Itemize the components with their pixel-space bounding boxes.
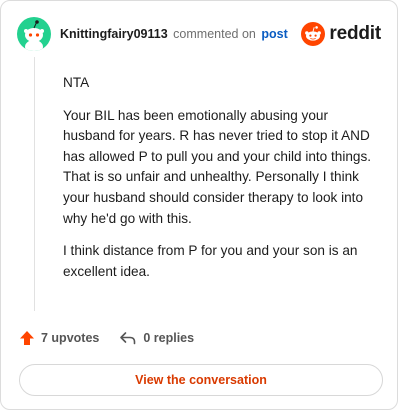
post-link[interactable]: post bbox=[261, 27, 287, 41]
comment-paragraph: I think distance from P for you and your… bbox=[63, 243, 358, 279]
replies-button[interactable]: 0 replies bbox=[119, 330, 194, 346]
thread-line bbox=[34, 57, 35, 311]
reddit-wordmark: reddit bbox=[329, 23, 381, 44]
comment-paragraph: Your BIL has been emotionally abusing yo… bbox=[63, 107, 372, 226]
comment-body: NTA Your BIL has been emotionally abusin… bbox=[63, 73, 383, 294]
snoo-avatar-icon bbox=[24, 20, 44, 51]
reply-arrow-icon bbox=[120, 332, 136, 345]
comment-embed-card: Knittingfairy09113 commented on post red… bbox=[0, 0, 398, 410]
upvote-arrow-icon bbox=[20, 331, 34, 345]
upvote-count: 7 upvotes bbox=[41, 331, 100, 345]
reddit-logo-icon bbox=[301, 22, 326, 46]
commented-on-text: commented on bbox=[173, 27, 256, 41]
comment-paragraph: NTA bbox=[63, 75, 90, 90]
comment-actions: 7 upvotes 0 replies bbox=[19, 330, 194, 346]
username-link[interactable]: Knittingfairy09113 bbox=[60, 27, 168, 41]
upvote-button[interactable]: 7 upvotes bbox=[19, 330, 99, 346]
reply-count: 0 replies bbox=[143, 331, 195, 345]
comment-meta: Knittingfairy09113 commented on post bbox=[60, 27, 288, 41]
user-avatar[interactable] bbox=[17, 17, 51, 51]
reddit-brand[interactable]: reddit bbox=[301, 22, 381, 46]
comment-header: Knittingfairy09113 commented on post red… bbox=[17, 17, 381, 51]
view-conversation-button[interactable]: View the conversation bbox=[19, 364, 383, 396]
